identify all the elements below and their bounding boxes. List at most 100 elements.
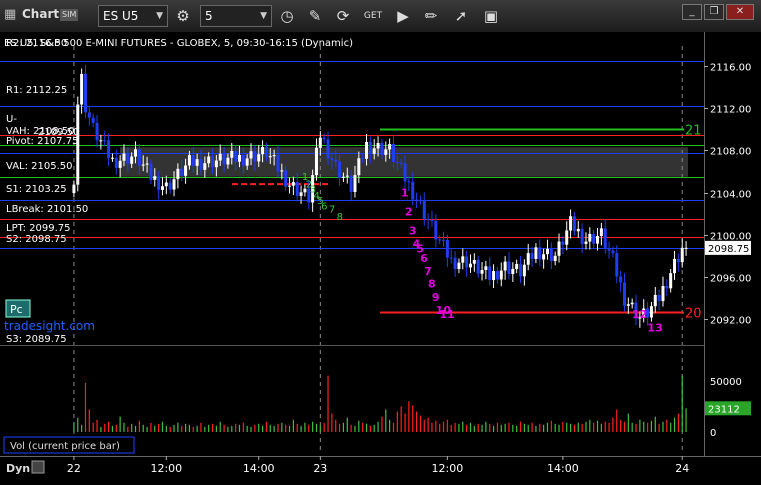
candle-body-123 [545,248,549,255]
pc-button[interactable]: Pc [5,299,31,318]
candle-body-31 [191,155,195,166]
interval-combobox[interactable]: 5 ▼ [200,5,272,27]
candle-body-75 [361,158,365,160]
chevron-down-icon[interactable]: ▼ [260,6,267,26]
candle-body-52 [272,155,276,157]
candle-body-82 [388,144,392,150]
candle-body-24 [164,182,168,187]
candle-body-155 [669,273,673,289]
candle-body-64 [318,137,322,148]
candle-body-92 [426,218,430,220]
candle-body-7 [99,140,103,142]
candle-body-93 [430,219,434,221]
candle-body-115 [515,263,519,269]
candle-body-132 [580,228,584,244]
candle-body-26 [172,179,176,190]
dyn-label: Dyn [6,462,30,475]
time-axis: Dyn 22 12:00 14:00 23 12:00 14:00 24 [0,456,761,481]
time-axis-bar: Dyn 22 12:00 14:00 23 12:00 14:00 24 [0,456,761,481]
candle-body-38 [218,153,222,161]
chevron-down-icon[interactable]: ▼ [156,6,163,26]
candle-body-134 [588,233,592,242]
sell-count-9: 9 [432,291,440,304]
level-label-10: S2: 2098.75 [6,234,67,245]
x-tick-label-3: 23 [313,462,327,475]
candle-body-102 [465,256,469,268]
candle-body-48 [257,154,261,162]
price-chart[interactable]: R2: 2116.50R1: 2112.25U-2109.50VAH: 2108… [0,32,761,456]
settings-gear-icon[interactable]: ⚙ [172,5,194,27]
candle-body-77 [368,141,372,154]
candle-body-29 [184,165,188,176]
symbol-combobox[interactable]: ES U5 ▼ [98,5,168,27]
candle-body-54 [280,170,284,172]
refresh-icon[interactable]: ⟳ [332,5,354,27]
candle-body-119 [530,253,534,259]
candle-body-136 [596,236,600,244]
ruler-icon[interactable]: ✏ [420,5,442,27]
candle-body-3 [83,73,87,113]
sell-count-13: 13 [647,322,662,335]
sell-count-3: 3 [409,225,417,238]
candle-body-4 [87,112,91,118]
pencil-draw-icon[interactable]: ✎ [304,5,326,27]
window-menu-icon[interactable]: ▣ [480,5,502,27]
chart-toolbar: ▦ Chart SIM ES U5 ▼ ⚙ 5 ▼ ◷ ✎ ⟳ GET ▶ ✏ … [0,0,761,33]
y-tick-label-5: 2112.00 [710,105,751,116]
candle-body-45 [245,158,249,166]
candle-body-114 [511,268,515,274]
candle-body-158 [680,247,684,263]
candle-body-128 [565,230,569,245]
chart-title: ES U5, S&P 500 E-MINI FUTURES - GLOBEX, … [4,38,353,49]
candle-body-43 [237,154,241,162]
candle-body-108 [488,266,492,281]
get-data-icon[interactable]: GET [362,5,384,27]
candle-body-139 [607,248,611,251]
candle-body-1 [76,104,80,185]
y-tick-label-3: 2104.00 [710,190,751,201]
candle-body-5 [91,117,95,123]
candle-body-34 [203,163,207,170]
candle-body-55 [284,170,288,187]
close-icon[interactable]: ✕ [726,4,754,20]
candle-body-33 [199,159,203,170]
watermark: tradesight.com [4,319,95,333]
y-tick-label-4: 2108.00 [710,147,751,158]
candle-body-101 [461,256,465,263]
candle-body-144 [626,304,630,306]
candle-body-57 [291,182,295,186]
candle-body-9 [107,140,111,158]
candle-body-111 [499,270,503,280]
candle-body-156 [673,258,677,274]
candle-body-140 [611,250,615,254]
candle-body-25 [168,182,172,190]
candle-body-81 [384,149,388,155]
dyn-toggle-icon[interactable] [31,460,45,474]
candle-body-49 [261,147,265,155]
export-icon[interactable]: ➚ [450,5,472,27]
candle-body-127 [561,241,565,245]
candle-body-76 [365,141,369,159]
candle-body-42 [234,151,238,162]
x-tick-label-0: 22 [67,462,81,475]
buy-setup-8: 8 [337,212,343,223]
play-icon[interactable]: ▶ [392,5,414,27]
candle-body-129 [569,216,573,231]
candle-body-95 [438,239,442,241]
candle-body-80 [380,142,384,155]
clock-icon[interactable]: ◷ [276,5,298,27]
candle-body-35 [207,156,211,164]
pc-button-label: Pc [10,303,23,316]
minimize-icon[interactable]: _ [682,4,702,20]
candle-body-2 [80,73,84,105]
candle-body-20 [149,163,153,180]
volume-tick-label-1: 0 [710,428,716,439]
restore-icon[interactable]: ❐ [704,4,724,20]
level-label-9: LPT: 2099.75 [6,223,71,234]
candle-body-154 [665,285,669,289]
candle-body-69 [338,161,342,178]
level-label-8: LBreak: 2101.50 [6,204,88,215]
candle-body-88 [411,181,415,200]
candle-body-44 [241,154,245,166]
buy-setup-6: 6 [321,201,327,212]
